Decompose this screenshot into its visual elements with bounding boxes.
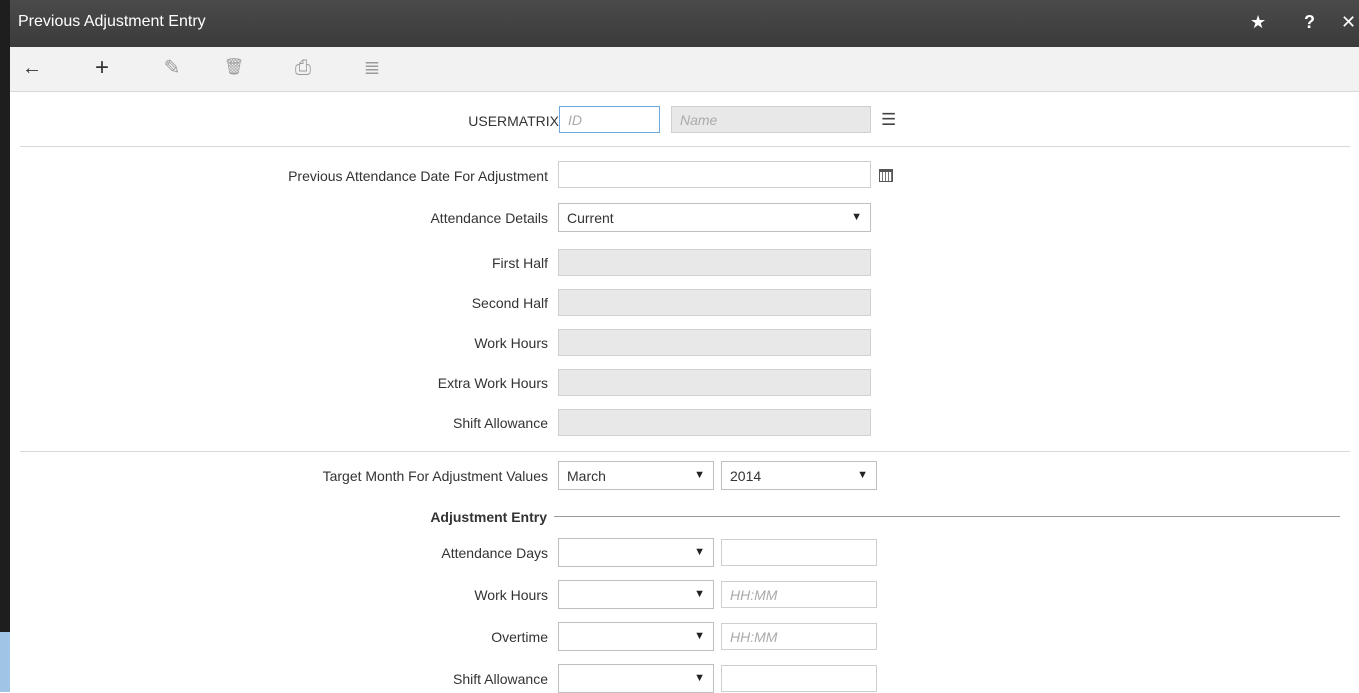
chevron-down-icon: ▼ [851,211,862,223]
title-bar: Previous Adjustment Entry ★ ? ✕ [10,0,1359,47]
usermatrix-label: USERMATRIX [468,113,559,129]
shift-allowance-field [558,409,871,436]
overtime-input[interactable]: HH:MM [721,623,877,650]
target-year-value: 2014 [730,468,762,484]
chevron-down-icon: ▼ [694,630,705,642]
user-id-input[interactable]: ID [559,106,660,133]
overtime-label: Overtime [491,629,548,645]
attendance-date-input[interactable] [558,161,871,188]
help-icon[interactable]: ? [1304,11,1315,33]
extra-work-hours-label: Extra Work Hours [437,375,548,391]
back-arrow-icon[interactable]: ← [20,56,44,80]
attendance-days-select[interactable]: ▼ [558,538,714,567]
previous-adjustment-entry-window: Previous Adjustment Entry ★ ? ✕ ← + ✎ 🗑 … [10,0,1359,693]
target-year-select[interactable]: 2014 ▼ [721,461,877,490]
divider-top [20,146,1350,147]
first-half-field [558,249,871,276]
adj-work-hours-input[interactable]: HH:MM [721,581,877,608]
calendar-icon[interactable] [879,169,893,182]
save-icon[interactable]: ⎙ [291,56,315,80]
work-hours-label: Work Hours [474,335,548,351]
shift-allowance-label: Shift Allowance [453,415,548,431]
attendance-days-label: Attendance Days [441,545,548,561]
close-icon[interactable]: ✕ [1341,11,1356,33]
attendance-details-select[interactable]: Current ▼ [558,203,871,232]
adj-shift-allowance-label: Shift Allowance [453,671,548,687]
target-month-label: Target Month For Adjustment Values [322,468,548,484]
adj-work-hours-select[interactable]: ▼ [558,580,714,609]
divider-middle [20,451,1350,452]
first-half-label: First Half [492,255,548,271]
chevron-down-icon: ▼ [694,546,705,558]
user-name-input: Name [671,106,871,133]
extra-work-hours-field [558,369,871,396]
star-icon[interactable]: ★ [1250,11,1266,33]
chevron-down-icon: ▼ [694,588,705,600]
adj-shift-allowance-select[interactable]: ▼ [558,664,714,693]
chevron-down-icon: ▼ [694,469,705,481]
attendance-details-label: Attendance Details [430,210,548,226]
adjustment-entry-line [554,516,1340,517]
chevron-down-icon: ▼ [857,469,868,481]
attendance-date-label: Previous Attendance Date For Adjustment [288,168,548,184]
delete-trash-icon[interactable]: 🗑 [222,56,246,80]
edit-pencil-icon[interactable]: ✎ [160,56,184,80]
second-half-label: Second Half [471,295,548,311]
left-edge [0,0,10,692]
adj-work-hours-label: Work Hours [474,587,548,603]
chevron-down-icon: ▼ [694,672,705,684]
adjustment-entry-title: Adjustment Entry [430,509,547,525]
lookup-list-icon[interactable]: ☰ [881,110,896,130]
toolbar: ← + ✎ 🗑 ⎙ ≣ [10,47,1359,92]
attendance-days-input[interactable] [721,539,877,566]
adj-shift-allowance-input[interactable] [721,665,877,692]
target-month-value: March [567,468,606,484]
second-half-field [558,289,871,316]
clear-list-icon[interactable]: ≣ [360,56,384,80]
background-window-strip [0,632,10,692]
window-title: Previous Adjustment Entry [18,13,206,30]
add-icon[interactable]: + [90,56,114,80]
target-month-select[interactable]: March ▼ [558,461,714,490]
overtime-select[interactable]: ▼ [558,622,714,651]
attendance-details-value: Current [567,210,614,226]
work-hours-field [558,329,871,356]
